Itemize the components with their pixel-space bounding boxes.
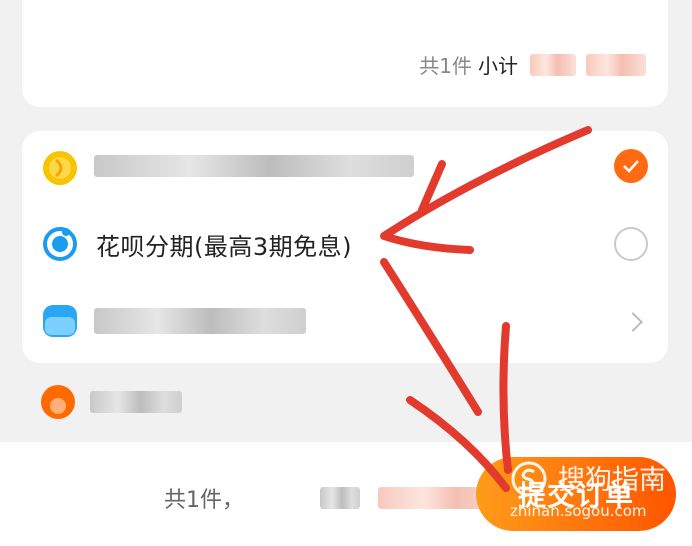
total-line: 共1件， <box>164 482 508 514</box>
payment-name-redacted <box>94 308 306 334</box>
orange-app-icon <box>41 385 75 419</box>
payment-name-redacted <box>94 155 414 177</box>
payment-option-more[interactable] <box>40 384 182 420</box>
item-count: 共1件 <box>419 54 472 78</box>
total-count: 共1件， <box>164 488 244 513</box>
radio-selected[interactable] <box>614 149 648 183</box>
huabei-icon <box>43 227 77 261</box>
subtotal-label: 小计 <box>478 54 518 78</box>
coin-icon <box>43 151 77 185</box>
payment-option-balance[interactable] <box>22 131 668 201</box>
subtotal-amount-redacted <box>530 53 576 76</box>
card-icon <box>43 305 77 337</box>
payment-option-card[interactable] <box>22 286 668 356</box>
sogou-logo-icon <box>511 461 547 497</box>
payment-name-redacted <box>90 391 182 413</box>
total-label-redacted <box>320 487 360 509</box>
subtotal-line: 共1件 小计 <box>419 50 646 79</box>
check-icon <box>623 160 639 173</box>
watermark-url: zhinan.sogou.com <box>510 502 647 520</box>
payment-methods-card: 花呗分期(最高3期免息) <box>22 131 668 363</box>
payment-option-huabei[interactable]: 花呗分期(最高3期免息) <box>22 209 668 279</box>
order-summary-card: 共1件 小计 <box>22 0 668 107</box>
radio-unselected[interactable] <box>614 227 648 261</box>
chevron-right-icon[interactable] <box>623 312 643 332</box>
payment-option-label: 花呗分期(最高3期免息) <box>96 233 352 261</box>
subtotal-amount-redacted-2 <box>586 53 646 76</box>
watermark-title: 搜狗指南 <box>558 465 666 496</box>
